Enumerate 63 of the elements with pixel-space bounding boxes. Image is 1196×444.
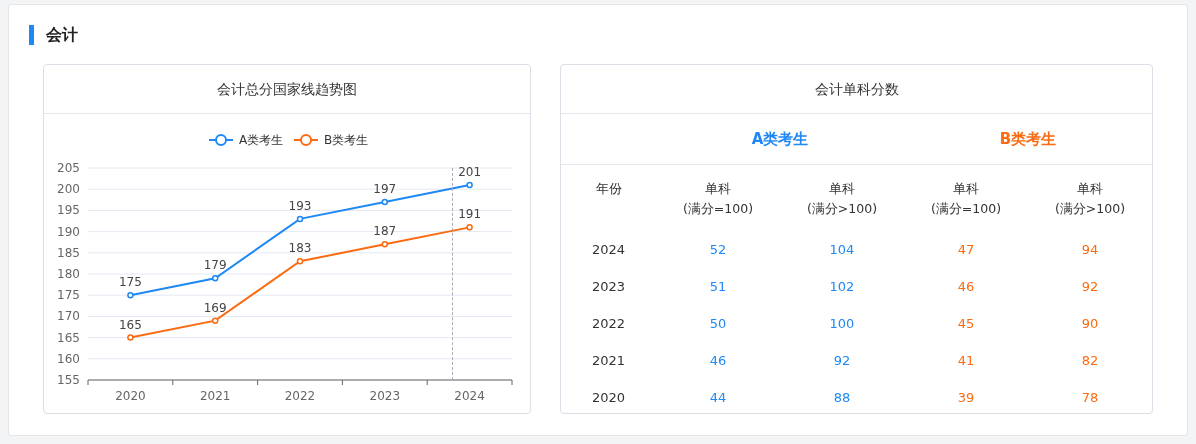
x-tick-label: 2022	[284, 389, 316, 403]
data-label: 201	[458, 164, 482, 179]
x-tick-label: 2020	[115, 389, 146, 403]
table-cell-text: 2020	[590, 389, 627, 407]
group-header: A类考生	[750, 129, 810, 149]
table-cell-text: 92	[1080, 278, 1100, 296]
x-tick-label: 2024	[454, 389, 485, 403]
table-cell-text: 82	[1080, 352, 1100, 370]
table-cell-text: 47	[956, 241, 976, 259]
y-tick-label: 195	[57, 203, 80, 218]
table-cell-text: 52	[708, 241, 728, 259]
group-header: B类考生	[998, 129, 1058, 149]
y-tick-label: 200	[57, 182, 80, 197]
legend-label: B类考生	[324, 133, 369, 147]
table-cell-text: 45	[956, 315, 976, 333]
table-cell-text: 2023	[590, 278, 627, 296]
x-tick-label: 2021	[199, 389, 231, 403]
table-cell-text: 78	[1080, 389, 1100, 407]
table-cell-text: 100	[828, 315, 856, 333]
column-header: 单科 (满分>100)	[1053, 180, 1127, 218]
table-cell-text: 41	[956, 352, 976, 370]
y-tick-label: 160	[57, 351, 80, 366]
y-tick-label: 185	[57, 245, 80, 260]
y-tick-label: 170	[57, 309, 80, 324]
table-cell-text: 50	[708, 315, 728, 333]
table-cell-text: 46	[708, 352, 728, 370]
y-tick-label: 180	[57, 267, 80, 281]
column-header: 单科 (满分=100)	[681, 180, 755, 218]
table-cell-text: 2024	[590, 241, 627, 259]
y-tick-label: 190	[57, 224, 80, 239]
y-tick-label: 165	[57, 330, 80, 345]
panel-title: 会计单科分数	[561, 65, 1152, 114]
legend-label: A类考生	[239, 133, 284, 147]
table-cell-text: 102	[828, 278, 856, 296]
column-header: 年份	[594, 180, 623, 198]
table-cell-text: 44	[708, 389, 728, 407]
data-label: 175	[118, 275, 142, 290]
data-label: 179	[203, 258, 227, 273]
y-tick-label: 175	[57, 288, 80, 303]
column-header: 单科 (满分=100)	[929, 180, 1003, 218]
table-cell-text: 94	[1080, 241, 1100, 259]
data-label: 191	[458, 207, 482, 222]
data-label: 193	[288, 198, 312, 213]
data-label: 187	[373, 224, 397, 239]
y-tick-label: 155	[57, 373, 80, 387]
y-tick-label: 205	[57, 161, 80, 175]
data-label: 165	[118, 317, 142, 332]
section-title: 会计	[46, 24, 78, 46]
table-cell-text: 46	[956, 278, 976, 296]
data-label: 197	[373, 181, 397, 196]
x-tick-label: 2023	[369, 389, 401, 403]
table-cell-text: 2022	[590, 315, 627, 333]
table-cell-text: 39	[956, 389, 976, 407]
column-header: 单科 (满分>100)	[805, 180, 879, 218]
data-label: 169	[203, 300, 227, 315]
table-cell-text: 90	[1080, 315, 1100, 333]
table-cell-text: 104	[828, 241, 856, 259]
table-cell-text: 51	[708, 278, 728, 296]
panel-title: 会计总分国家线趋势图	[44, 65, 530, 114]
table-cell-text: 2021	[590, 352, 627, 370]
table-cell-text: 92	[832, 352, 852, 370]
data-label: 183	[288, 241, 312, 256]
table-cell-text: 88	[832, 389, 852, 407]
